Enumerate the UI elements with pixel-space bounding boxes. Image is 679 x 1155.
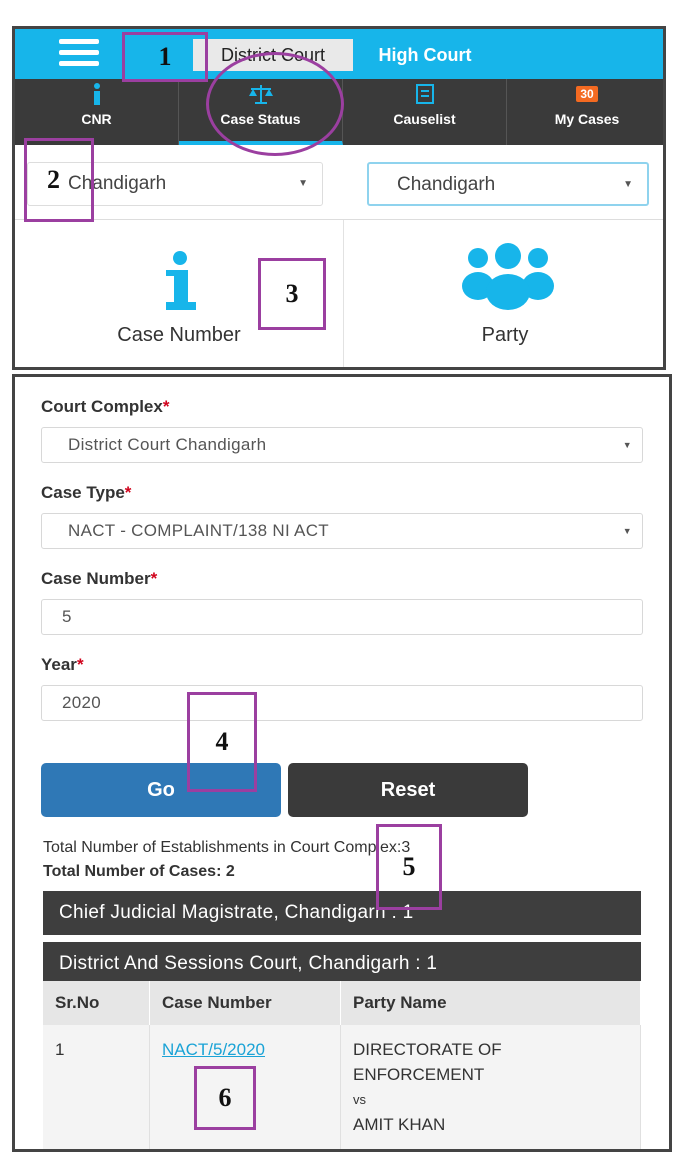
party-name-line: ENFORCEMENT <box>353 1065 485 1084</box>
menu-item-my-cases[interactable]: 30 My Cases <box>507 79 663 145</box>
party-name-cell: DIRECTORATE OF ENFORCEMENT vs AMIT KHAN <box>340 1025 641 1149</box>
people-icon <box>462 243 554 310</box>
court-complex-value: District Court Chandigarh <box>68 435 267 454</box>
case-type-value: NACT - COMPLAINT/138 NI ACT <box>68 521 329 540</box>
dropdown-caret-icon: ▼ <box>298 178 308 189</box>
ecourts-home-screen: District Court High Court CNR Case Statu… <box>12 26 666 370</box>
party-name-line: AMIT KHAN <box>353 1115 446 1134</box>
menu-item-cnr[interactable]: CNR <box>15 79 179 145</box>
cases-table: Sr.No Case Number Party Name 1 NACT/5/20… <box>43 981 641 1149</box>
info-icon <box>166 251 196 310</box>
menu-item-causelist[interactable]: Causelist <box>343 79 507 145</box>
versus-label: vs <box>353 1092 366 1107</box>
sr-no-cell: 1 <box>43 1025 150 1149</box>
dropdown-caret-icon: ▼ <box>622 440 632 450</box>
dropdown-caret-icon: ▼ <box>622 526 632 536</box>
reset-button[interactable]: Reset <box>288 763 528 817</box>
hamburger-menu-icon[interactable] <box>59 39 99 69</box>
column-header: Party Name <box>340 981 641 1025</box>
dropdown-caret-icon: ▼ <box>623 179 633 190</box>
tile-label: Party <box>481 324 529 346</box>
cases-count: Total Number of Cases: 2 <box>43 863 235 880</box>
court-complex-label: Court Complex* <box>41 397 170 416</box>
annotation-marker-3: 3 <box>258 258 326 330</box>
menu-item-label: Causelist <box>393 111 456 127</box>
establishment-header[interactable]: Chief Judicial Magistrate, Chandigarh : … <box>43 891 641 935</box>
case-number-label: Case Number* <box>41 569 158 588</box>
info-icon <box>93 83 100 105</box>
tab-high-court[interactable]: High Court <box>365 39 485 71</box>
party-name-line: DIRECTORATE OF <box>353 1040 502 1059</box>
top-bar: District Court High Court <box>15 29 663 79</box>
case-status-form-screen: Court Complex* District Court Chandigarh… <box>12 374 672 1152</box>
table-row: 1 NACT/5/2020 DIRECTORATE OF ENFORCEMENT… <box>43 1025 641 1149</box>
case-type-label: Case Type* <box>41 483 132 502</box>
menu-item-label: CNR <box>81 111 112 127</box>
column-header: Sr.No <box>43 981 150 1025</box>
year-input[interactable]: 2020 <box>41 685 643 721</box>
district-select-value: Chandigarh <box>397 174 496 195</box>
table-header-row: Sr.No Case Number Party Name <box>43 981 641 1025</box>
establishments-count: Total Number of Establishments in Court … <box>43 839 411 856</box>
annotation-marker-1: 1 <box>122 32 208 82</box>
case-number-input[interactable]: 5 <box>41 599 643 635</box>
annotation-marker-6: 6 <box>194 1066 256 1130</box>
document-icon <box>415 84 434 104</box>
annotation-marker-4: 4 <box>187 692 257 792</box>
court-complex-select[interactable]: District Court Chandigarh ▼ <box>41 427 643 463</box>
case-number-value: 5 <box>62 607 72 626</box>
column-header: Case Number <box>149 981 341 1025</box>
annotation-marker-2: 2 <box>24 138 94 222</box>
annotation-marker-5: 5 <box>376 824 442 910</box>
menu-item-label: My Cases <box>554 111 620 127</box>
district-select[interactable]: Chandigarh ▼ <box>367 162 649 206</box>
case-status-highlight-ellipse <box>206 52 344 156</box>
year-value: 2020 <box>62 693 102 712</box>
tile-party[interactable]: Party <box>344 220 663 367</box>
search-tiles: Case Number Party <box>15 219 663 367</box>
case-number-link[interactable]: NACT/5/2020 <box>162 1040 265 1059</box>
year-label: Year* <box>41 655 84 674</box>
establishment-header[interactable]: District And Sessions Court, Chandigarh … <box>43 942 641 986</box>
case-type-select[interactable]: NACT - COMPLAINT/138 NI ACT ▼ <box>41 513 643 549</box>
my-cases-badge: 30 <box>576 86 598 102</box>
